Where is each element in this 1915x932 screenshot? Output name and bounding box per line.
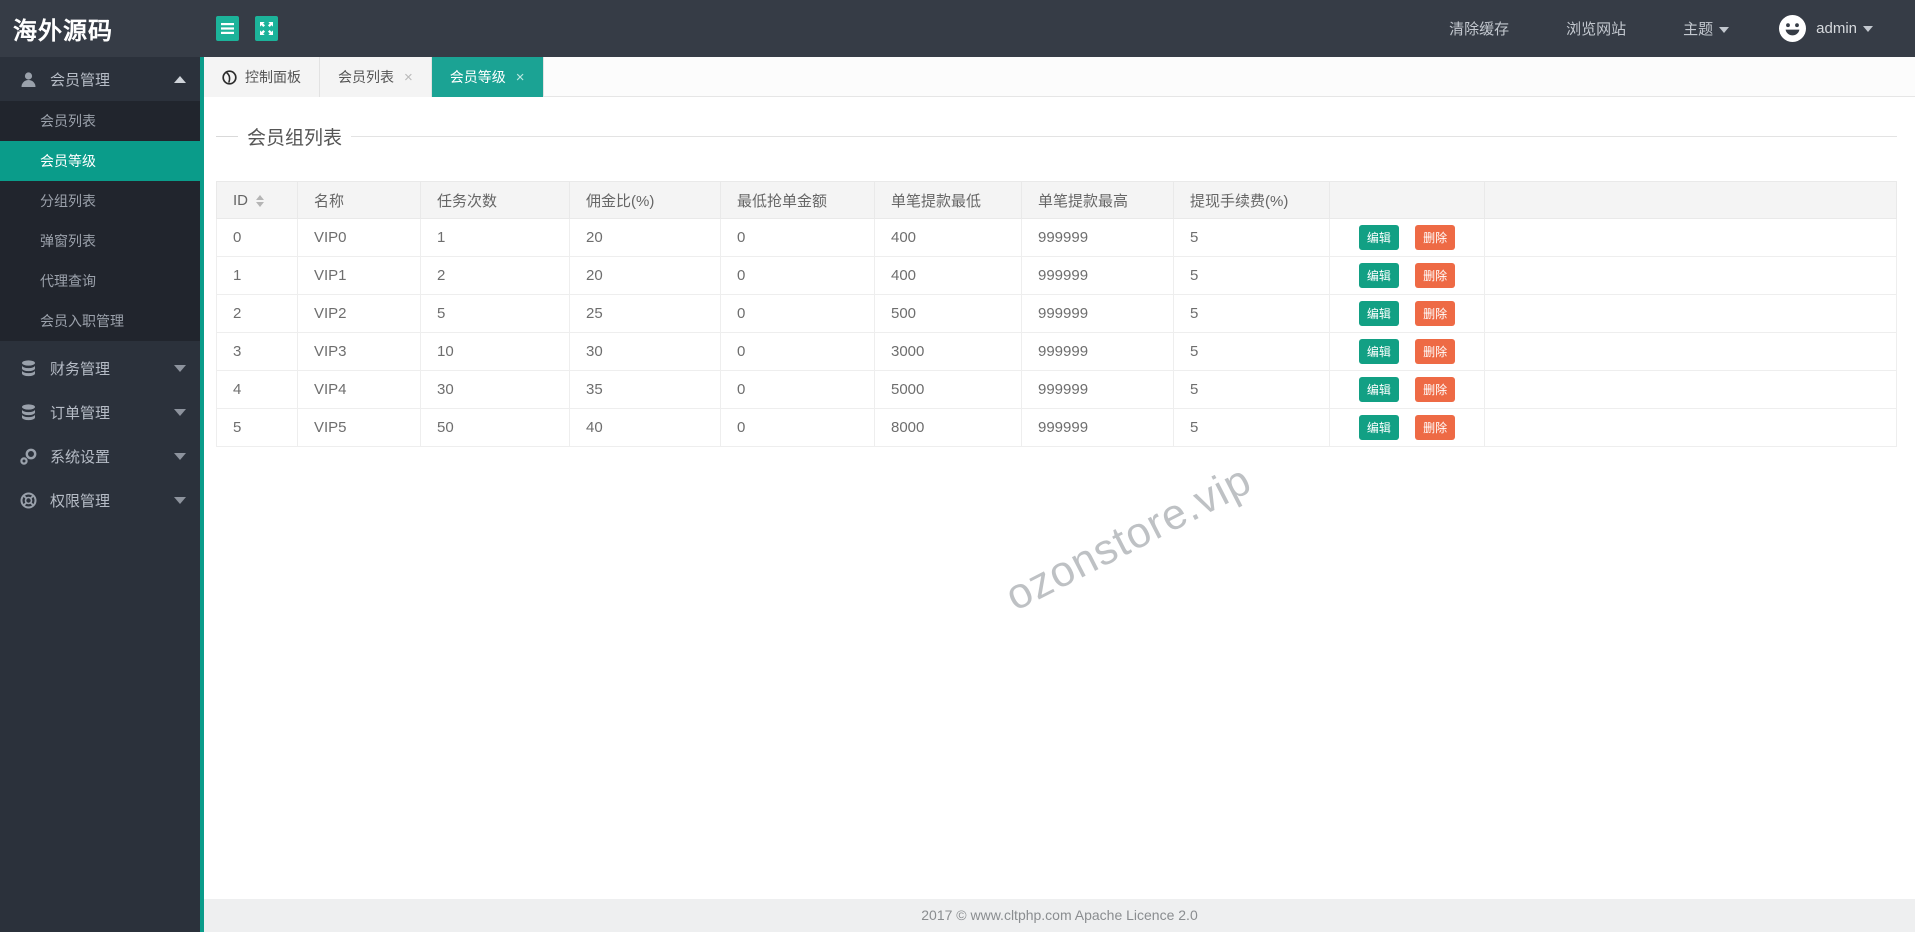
page-title: 会员组列表: [247, 128, 343, 149]
app-logo: 海外源码: [13, 18, 113, 45]
topbar-right: 清除缓存 浏览网站 主题 admin: [1392, 15, 1915, 42]
sidebar-item-order-management[interactable]: 订单管理: [0, 390, 200, 434]
caret-down-icon: [174, 452, 186, 460]
edit-button[interactable]: 编辑: [1358, 263, 1399, 288]
sidebar-item-popup-list[interactable]: 弹窗列表: [0, 221, 200, 261]
tab-dashboard[interactable]: 控制面板: [204, 57, 320, 97]
caret-down-icon: [174, 408, 186, 416]
footer: 2017 © www.cltphp.com Apache Licence 2.0: [204, 899, 1915, 932]
table-row: 2 VIP2 5 25 0 500 999999 5 编辑 删除: [216, 294, 1897, 333]
delete-button[interactable]: 删除: [1415, 415, 1456, 440]
column-header-tasks: 任务次数: [420, 181, 570, 219]
table-row: 0 VIP0 1 20 0 400 999999 5 编辑 删除: [216, 218, 1897, 257]
sidebar-item-member-management[interactable]: 会员管理: [0, 57, 200, 101]
column-header-name: 名称: [297, 181, 421, 219]
column-header-filler: [1484, 181, 1897, 219]
member-level-table: ID 名称 任务次数 佣金比(%) 最低抢单金额 单笔提款最低 单笔提款最高 提…: [216, 181, 1897, 447]
table-header-row: ID 名称 任务次数 佣金比(%) 最低抢单金额 单笔提款最低 单笔提款最高 提…: [216, 181, 1897, 219]
dashboard-icon: [222, 69, 237, 85]
clear-cache-link[interactable]: 清除缓存: [1449, 18, 1509, 39]
delete-button[interactable]: 删除: [1415, 377, 1456, 402]
column-header-min-withdraw: 单笔提款最低: [874, 181, 1022, 219]
filler-cell: [1484, 256, 1897, 295]
browse-site-link[interactable]: 浏览网站: [1566, 18, 1626, 39]
filler-cell: [1484, 408, 1897, 447]
column-header-max-withdraw: 单笔提款最高: [1021, 181, 1174, 219]
delete-button[interactable]: 删除: [1415, 301, 1456, 326]
database-icon: [20, 403, 37, 421]
chevron-down-icon: [1863, 25, 1873, 32]
avatar: [1779, 15, 1807, 42]
user-menu[interactable]: admin: [1779, 15, 1873, 42]
chevron-down-icon: [1719, 27, 1730, 34]
edit-button[interactable]: 编辑: [1358, 301, 1399, 326]
gears-icon: [20, 448, 37, 465]
table-row: 1 VIP1 2 20 0 400 999999 5 编辑 删除: [216, 256, 1897, 295]
divider: [216, 136, 238, 137]
top-header: 海外源码 清除缓存 浏览网站 主题 admin: [0, 0, 1915, 57]
sidebar-item-member-entry[interactable]: 会员入职管理: [0, 301, 200, 341]
close-icon[interactable]: ×: [516, 69, 525, 86]
sidebar-item-system-settings[interactable]: 系统设置: [0, 434, 200, 478]
filler-cell: [1484, 294, 1897, 333]
lifering-icon: [20, 492, 37, 509]
fullscreen-button[interactable]: [255, 16, 278, 41]
page-title-block: 会员组列表: [216, 123, 1897, 150]
delete-button[interactable]: 删除: [1415, 225, 1456, 250]
sidebar-toggle-button[interactable]: [216, 16, 239, 41]
filler-cell: [1484, 332, 1897, 371]
sidebar-item-finance-management[interactable]: 财务管理: [0, 346, 200, 390]
sidebar-item-group-list[interactable]: 分组列表: [0, 181, 200, 221]
sidebar-item-agent-query[interactable]: 代理查询: [0, 261, 200, 301]
caret-up-icon: [174, 75, 186, 83]
sidebar: 会员管理 会员列表 会员等级 分组列表 弹窗列表 代理查询 会员入职管理 财务管…: [0, 57, 204, 932]
tab-member-level[interactable]: 会员等级 ×: [431, 57, 544, 97]
filler-cell: [1484, 218, 1897, 257]
user-icon: [20, 71, 37, 88]
sidebar-item-permission-management[interactable]: 权限管理: [0, 478, 200, 522]
theme-dropdown[interactable]: 主题: [1683, 18, 1730, 39]
database-icon: [20, 359, 37, 377]
column-header-actions: [1329, 181, 1485, 219]
edit-button[interactable]: 编辑: [1358, 415, 1399, 440]
column-header-commission: 佣金比(%): [569, 181, 721, 219]
delete-button[interactable]: 删除: [1415, 263, 1456, 288]
tab-bar: 控制面板 会员列表 × 会员等级 ×: [204, 57, 1915, 97]
edit-button[interactable]: 编辑: [1358, 339, 1399, 364]
expand-icon: [260, 22, 273, 35]
divider: [351, 136, 1897, 137]
edit-button[interactable]: 编辑: [1358, 377, 1399, 402]
filler-cell: [1484, 370, 1897, 409]
caret-down-icon: [174, 496, 186, 504]
sidebar-item-member-level[interactable]: 会员等级: [0, 141, 200, 181]
sidebar-item-member-list[interactable]: 会员列表: [0, 101, 200, 141]
column-header-fee: 提现手续费(%): [1173, 181, 1330, 219]
table-body: 0 VIP0 1 20 0 400 999999 5 编辑 删除 1 VIP1 …: [216, 218, 1897, 447]
member-submenu: 会员列表 会员等级 分组列表 弹窗列表 代理查询 会员入职管理: [0, 101, 200, 341]
table-row: 5 VIP5 50 40 0 8000 999999 5 编辑 删除: [216, 408, 1897, 447]
table-row: 3 VIP3 10 30 0 3000 999999 5 编辑 删除: [216, 332, 1897, 371]
edit-button[interactable]: 编辑: [1358, 225, 1399, 250]
delete-button[interactable]: 删除: [1415, 339, 1456, 364]
sort-icon[interactable]: [256, 194, 264, 207]
close-icon[interactable]: ×: [404, 69, 413, 86]
column-header-min-grab: 最低抢单金额: [720, 181, 875, 219]
caret-down-icon: [174, 364, 186, 372]
username: admin: [1816, 20, 1857, 37]
main-content: 会员组列表 ID 名称 任务次数 佣金比(%) 最低抢单金额 单笔提款最低 单笔…: [204, 97, 1915, 899]
hamburger-icon: [221, 23, 234, 34]
column-header-id: ID: [216, 181, 298, 219]
table-row: 4 VIP4 30 35 0 5000 999999 5 编辑 删除: [216, 370, 1897, 409]
tab-member-list[interactable]: 会员列表 ×: [320, 57, 432, 97]
